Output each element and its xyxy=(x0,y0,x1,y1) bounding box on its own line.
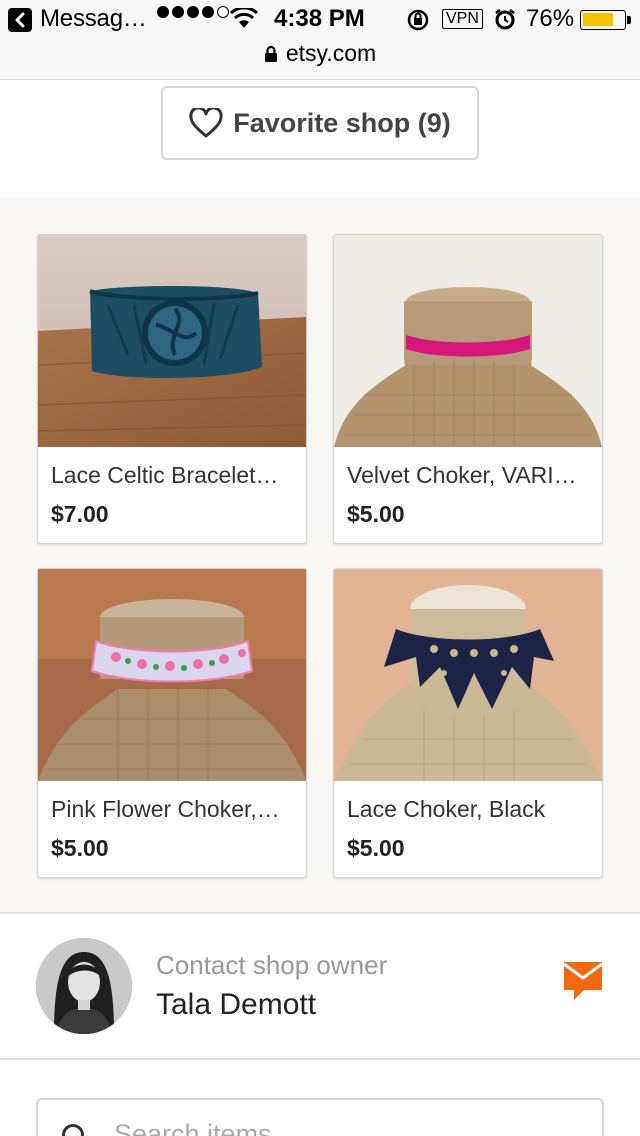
listing-card[interactable]: Velvet Choker, VARI… $5.00 xyxy=(333,234,603,544)
favorite-shop-button[interactable]: Favorite shop (9) xyxy=(161,86,479,160)
listing-title[interactable]: Lace Choker, Black xyxy=(347,796,591,823)
search-box[interactable] xyxy=(36,1098,604,1136)
shop-owner-name: Tala Demott xyxy=(156,988,317,1021)
status-bar: Messag… 4:38 PM VPN 76% etsy.com xyxy=(0,0,640,80)
listing-price: $5.00 xyxy=(347,835,405,861)
cellular-signal-icon xyxy=(157,6,229,18)
address-bar[interactable]: etsy.com xyxy=(0,40,640,72)
listing-title[interactable]: Pink Flower Choker,… xyxy=(51,796,295,823)
listing-card[interactable]: Pink Flower Choker,… $5.00 xyxy=(37,568,307,878)
battery-icon xyxy=(580,10,631,30)
listing-image-pink-flower-choker[interactable] xyxy=(38,569,306,781)
url-text: etsy.com xyxy=(285,40,377,66)
back-app-label[interactable]: Messag… xyxy=(40,5,147,33)
listing-card[interactable]: Lace Celtic Bracelet… $7.00 xyxy=(37,234,307,544)
listing-image-lace-choker[interactable] xyxy=(334,569,602,781)
lock-icon xyxy=(264,45,277,62)
listing-price: $7.00 xyxy=(51,501,109,527)
battery-percentage: 76% xyxy=(526,5,575,32)
listing-image-bracelet[interactable] xyxy=(38,235,306,447)
wifi-icon xyxy=(230,8,258,28)
favorite-shop-label: Favorite shop (9) xyxy=(233,107,451,138)
search-input[interactable] xyxy=(114,1114,584,1136)
listing-title[interactable]: Lace Celtic Bracelet… xyxy=(51,462,295,489)
listing-image-velvet-choker[interactable] xyxy=(334,235,602,447)
clock-time: 4:38 PM xyxy=(274,5,365,32)
contact-shop-owner[interactable]: Contact shop owner Tala Demott xyxy=(0,914,640,1060)
message-icon[interactable] xyxy=(562,960,604,1002)
listings-grid: Lace Celtic Bracelet… $7.00 Velvet Choke… xyxy=(0,198,640,914)
search-icon xyxy=(62,1124,84,1136)
listing-title[interactable]: Velvet Choker, VARI… xyxy=(347,462,591,489)
listing-price: $5.00 xyxy=(51,835,109,861)
listing-price: $5.00 xyxy=(347,501,405,527)
alarm-icon xyxy=(495,9,515,30)
listing-card[interactable]: Lace Choker, Black $5.00 xyxy=(333,568,603,878)
avatar[interactable] xyxy=(36,938,132,1034)
rotation-lock-icon xyxy=(407,9,429,31)
vpn-badge: VPN xyxy=(442,9,483,29)
back-to-app-icon[interactable] xyxy=(8,8,32,32)
heart-icon xyxy=(189,108,223,138)
contact-shop-owner-label: Contact shop owner xyxy=(156,950,388,980)
